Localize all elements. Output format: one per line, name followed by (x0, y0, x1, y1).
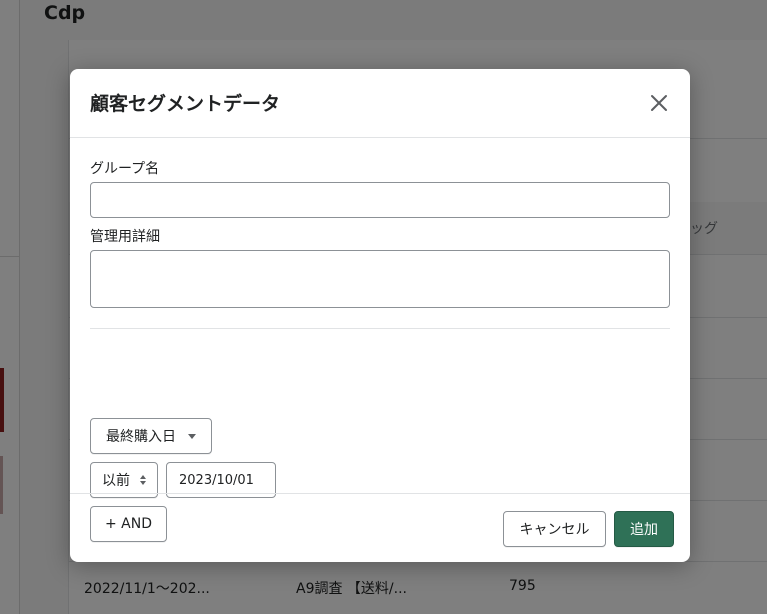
segment-modal: 顧客セグメントデータ グループ名 管理用詳細 最終購入日 以前 + AND キャ… (70, 69, 690, 562)
modal-footer: キャンセル 追加 (70, 493, 690, 562)
modal-title: 顧客セグメントデータ (90, 93, 281, 115)
admin-detail-label: 管理用詳細 (90, 229, 160, 245)
cancel-button[interactable]: キャンセル (503, 511, 606, 547)
modal-header: 顧客セグメントデータ (70, 69, 690, 138)
condition-field-label: 最終購入日 (106, 429, 176, 445)
add-button[interactable]: 追加 (614, 511, 674, 547)
modal-body: グループ名 管理用詳細 最終購入日 以前 + AND (70, 138, 690, 542)
close-button[interactable] (644, 88, 674, 118)
admin-detail-textarea[interactable] (90, 250, 670, 308)
close-icon (651, 95, 667, 111)
condition-field-dropdown[interactable]: 最終購入日 (90, 418, 212, 454)
select-updown-icon (140, 475, 146, 485)
operator-label: 以前 (102, 473, 130, 489)
caret-down-icon (188, 433, 196, 439)
section-divider (90, 328, 670, 329)
group-name-input[interactable] (90, 182, 670, 218)
group-name-label: グループ名 (90, 161, 160, 177)
